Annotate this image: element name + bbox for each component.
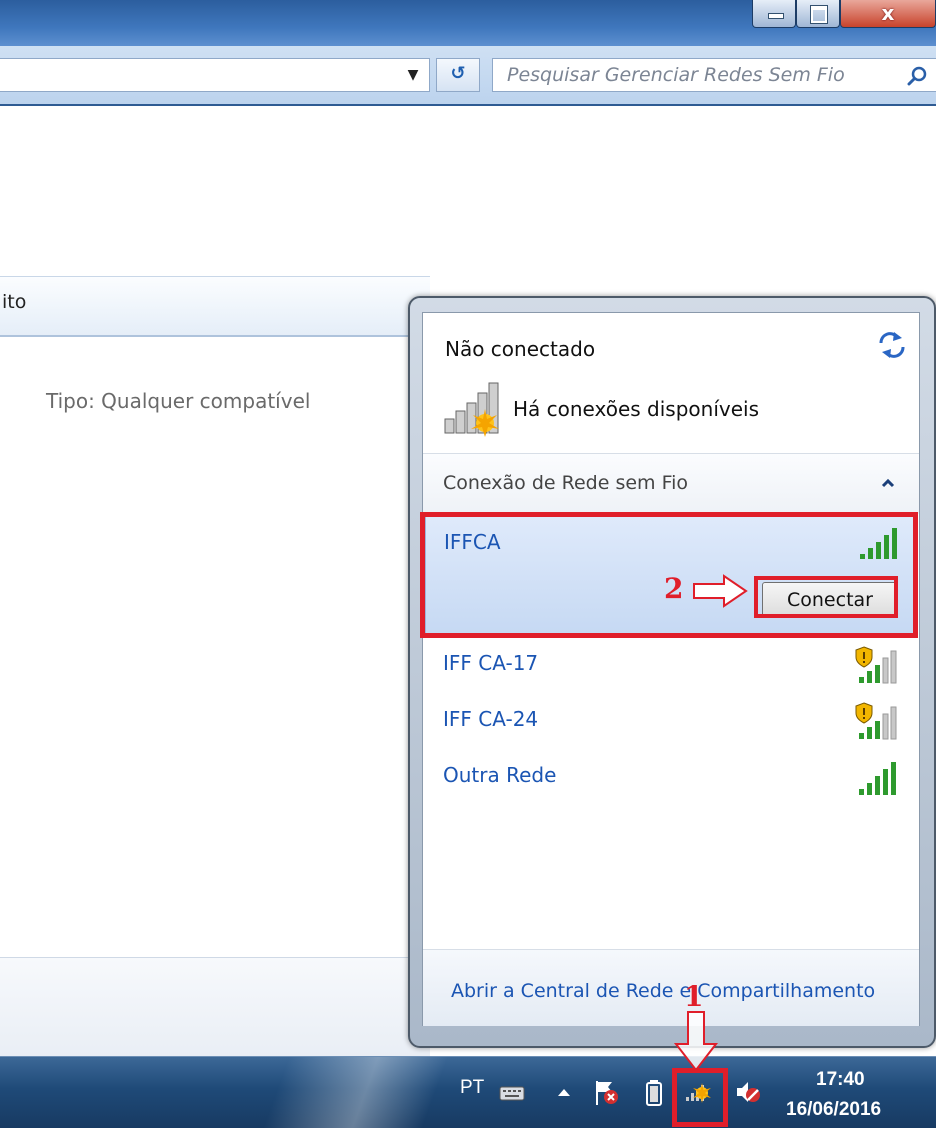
show-hidden-icons-icon[interactable]: [550, 1077, 578, 1107]
window-title-bar: x: [0, 0, 936, 46]
volume-muted-icon[interactable]: [734, 1077, 762, 1107]
address-toolbar: ▼ ↺ Pesquisar Gerenciar Redes Sem Fio: [0, 46, 936, 106]
wireless-section-label: Conexão de Rede sem Fio: [443, 472, 689, 494]
background-window: ito Tipo: Qualquer compatível: [0, 276, 430, 1058]
address-dropdown-icon[interactable]: ▼: [400, 62, 426, 88]
refresh-networks-icon[interactable]: [877, 331, 907, 359]
step-2-label: 2: [664, 572, 684, 605]
network-name: Outra Rede: [443, 763, 557, 787]
secured-signal-icon: [855, 702, 897, 740]
refresh-button[interactable]: ↺: [436, 58, 480, 92]
arrow-down-icon: [673, 1011, 719, 1072]
close-button[interactable]: x: [840, 0, 936, 28]
chevron-up-icon[interactable]: [881, 478, 895, 488]
secured-signal-icon: [855, 646, 897, 684]
network-center-link[interactable]: Abrir a Central de Rede e Compartilhamen…: [451, 980, 875, 1002]
search-input[interactable]: Pesquisar Gerenciar Redes Sem Fio: [492, 58, 936, 92]
network-type-label: Tipo: Qualquer compatível: [46, 389, 311, 413]
details-pane: [0, 957, 430, 1058]
network-item-iff-ca-17[interactable]: IFF CA-17: [423, 639, 919, 695]
step-1-label: 1: [684, 980, 704, 1013]
close-icon: x: [881, 1, 895, 25]
network-flyout: Não conectado Há conexões disponíveis Co…: [408, 296, 936, 1048]
connections-available-text: Há conexões disponíveis: [513, 397, 760, 421]
signal-strength-icon: [859, 762, 896, 795]
network-item-outra-rede[interactable]: Outra Rede: [423, 751, 919, 807]
network-name: IFF CA-24: [443, 707, 539, 731]
network-name: IFF CA-17: [443, 651, 539, 675]
wireless-section-header[interactable]: Conexão de Rede sem Fio: [423, 454, 919, 514]
clock-date[interactable]: 16/06/2016: [786, 1099, 881, 1121]
column-header-text: ito: [2, 291, 27, 313]
search-icon[interactable]: [907, 65, 929, 87]
minimize-button[interactable]: [752, 0, 796, 28]
action-center-flag-icon[interactable]: [592, 1077, 620, 1107]
arrow-right-icon: [693, 574, 748, 608]
column-header: ito: [0, 277, 430, 337]
address-input[interactable]: [0, 58, 430, 92]
taskbar: PT 17:40 16/06/2016: [0, 1056, 936, 1128]
clock-time[interactable]: 17:40: [816, 1069, 865, 1091]
flyout-footer: Abrir a Central de Rede e Compartilhamen…: [423, 949, 919, 1026]
keyboard-icon[interactable]: [498, 1077, 526, 1107]
network-flyout-panel: Não conectado Há conexões disponíveis Co…: [422, 312, 920, 1026]
battery-icon[interactable]: [640, 1077, 668, 1107]
highlight-connect-box: [754, 576, 898, 618]
wireless-available-icon: [444, 382, 499, 437]
highlight-tray-box: [672, 1068, 728, 1127]
language-indicator[interactable]: PT: [460, 1077, 484, 1099]
maximize-button[interactable]: [796, 0, 840, 28]
search-placeholder: Pesquisar Gerenciar Redes Sem Fio: [507, 64, 845, 86]
network-item-iff-ca-24[interactable]: IFF CA-24: [423, 695, 919, 751]
connection-status-title: Não conectado: [445, 337, 596, 361]
